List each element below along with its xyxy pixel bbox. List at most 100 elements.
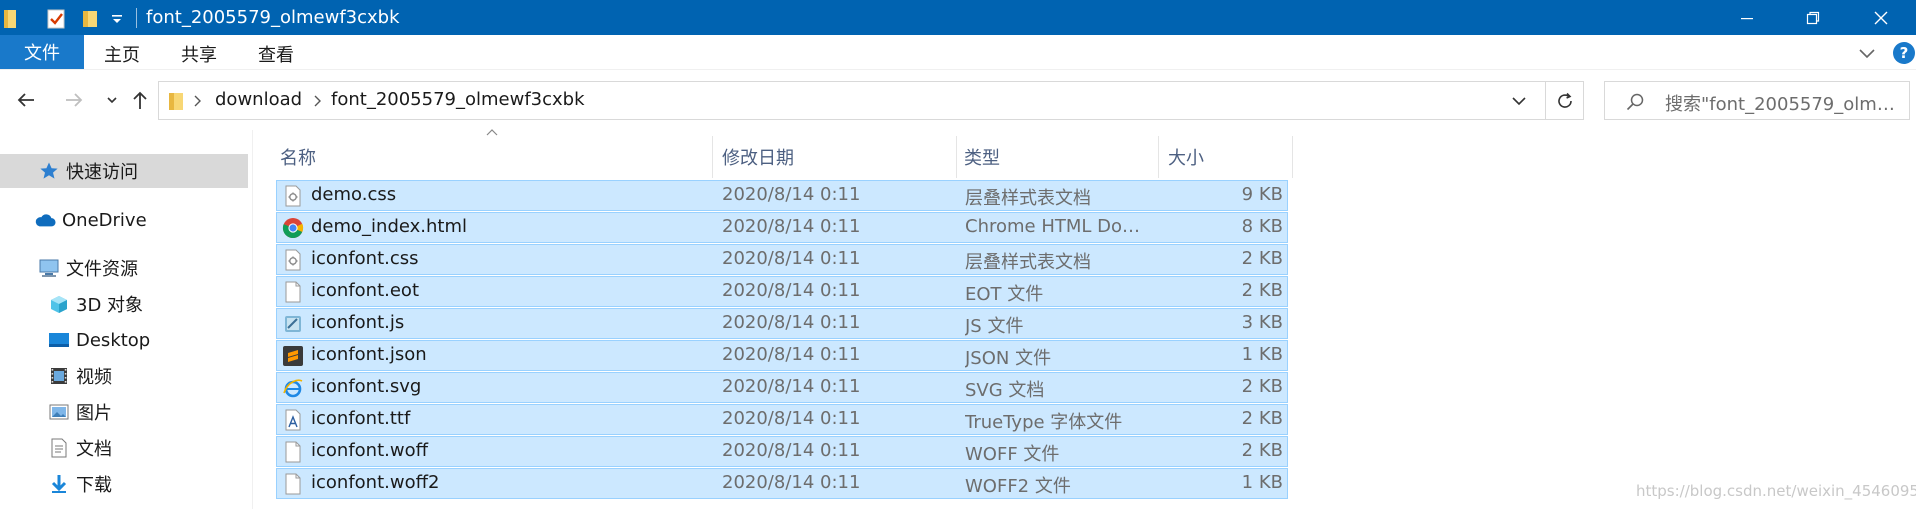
star-icon	[38, 160, 60, 182]
column-header-size[interactable]: 大小	[1168, 136, 1204, 178]
search-input[interactable]: 搜索"font_2005579_olmew...	[1665, 90, 1903, 116]
sidebar-item-this-pc[interactable]: 文件资源	[38, 251, 138, 285]
file-type: 层叠样式表文档	[965, 252, 1091, 273]
column-resize-handle[interactable]	[956, 136, 957, 178]
sidebar-item-label: 文档	[76, 439, 112, 460]
table-row[interactable]: iconfont.svg 2020/8/14 0:11 SVG 文档 2 KB	[276, 372, 1288, 403]
table-row[interactable]: iconfont.woff 2020/8/14 0:11 WOFF 文件 2 K…	[276, 436, 1288, 467]
table-row[interactable]: iconfont.eot 2020/8/14 0:11 EOT 文件 2 KB	[276, 276, 1288, 307]
file-type: SVG 文档	[965, 380, 1045, 401]
file-size: 2 KB	[1241, 376, 1283, 397]
file-name: iconfont.json	[311, 344, 427, 365]
recent-locations-button[interactable]	[98, 86, 126, 114]
pane-divider	[252, 130, 253, 509]
desktop-icon	[48, 329, 70, 351]
close-button[interactable]	[1846, 0, 1916, 35]
file-size: 1 KB	[1241, 344, 1283, 365]
column-header-name[interactable]: 名称	[280, 136, 316, 178]
file-date: 2020/8/14 0:11	[722, 408, 861, 429]
download-arrow-icon	[48, 473, 70, 495]
minimize-icon	[1741, 17, 1753, 19]
tab-file[interactable]: 文件	[0, 35, 84, 69]
file-type: JSON 文件	[965, 348, 1052, 369]
file-date: 2020/8/14 0:11	[722, 440, 861, 461]
file-type: EOT 文件	[965, 284, 1044, 305]
ie-icon	[282, 377, 304, 399]
file-date: 2020/8/14 0:11	[722, 248, 861, 269]
sublime-icon	[282, 345, 304, 367]
tab-home[interactable]: 主页	[104, 41, 140, 67]
sidebar-item-videos[interactable]: 视频	[48, 359, 112, 393]
sidebar-item-label: 快速访问	[66, 162, 138, 183]
blank-file-icon	[282, 281, 304, 303]
table-row[interactable]: demo.css 2020/8/14 0:11 层叠样式表文档 9 KB	[276, 180, 1288, 211]
address-dropdown-chevron-icon[interactable]	[1509, 91, 1529, 111]
sidebar-item-desktop[interactable]: Desktop	[48, 323, 150, 357]
title-bar: font_2005579_olmewf3cxbk	[0, 0, 1916, 35]
tab-share[interactable]: 共享	[181, 41, 217, 67]
chevron-down-icon	[107, 97, 117, 104]
breadcrumb-current-folder[interactable]: font_2005579_olmewf3cxbk	[331, 89, 585, 110]
table-row[interactable]: iconfont.json 2020/8/14 0:11 JSON 文件 1 K…	[276, 340, 1288, 371]
column-resize-handle[interactable]	[1158, 136, 1159, 178]
sidebar-item-3d-objects[interactable]: 3D 对象	[48, 287, 143, 321]
js-file-icon	[282, 313, 304, 335]
css-file-icon	[282, 185, 304, 207]
file-date: 2020/8/14 0:11	[722, 376, 861, 397]
file-name: iconfont.js	[311, 312, 405, 333]
file-size: 9 KB	[1241, 184, 1283, 205]
address-bar[interactable]: download font_2005579_olmewf3cxbk	[158, 81, 1546, 120]
expand-ribbon-chevron-icon[interactable]	[1856, 42, 1878, 64]
computer-icon	[38, 257, 60, 279]
customize-qat-chevron-icon[interactable]	[110, 7, 124, 29]
table-row[interactable]: iconfont.css 2020/8/14 0:11 层叠样式表文档 2 KB	[276, 244, 1288, 275]
sidebar-item-downloads[interactable]: 下载	[48, 467, 112, 501]
sort-ascending-icon	[486, 129, 498, 136]
breadcrumb-download[interactable]: download	[215, 89, 302, 110]
forward-button[interactable]	[60, 86, 88, 114]
search-icon	[1626, 93, 1644, 111]
table-row[interactable]: iconfont.js 2020/8/14 0:11 JS 文件 3 KB	[276, 308, 1288, 339]
film-icon	[48, 365, 70, 387]
help-icon[interactable]: ?	[1893, 42, 1915, 64]
cube-icon	[48, 293, 70, 315]
file-date: 2020/8/14 0:11	[722, 280, 861, 301]
table-row[interactable]: demo_index.html 2020/8/14 0:11 Chrome HT…	[276, 212, 1288, 243]
sidebar-item-documents[interactable]: 文档	[48, 431, 112, 465]
file-date: 2020/8/14 0:11	[722, 184, 861, 205]
new-folder-icon[interactable]	[82, 7, 98, 29]
sidebar-item-quick-access[interactable]: 快速访问	[0, 154, 248, 188]
sidebar-item-pictures[interactable]: 图片	[48, 395, 112, 429]
file-size: 2 KB	[1241, 248, 1283, 269]
refresh-icon	[1557, 92, 1572, 108]
table-row[interactable]: iconfont.woff2 2020/8/14 0:11 WOFF2 文件 1…	[276, 468, 1288, 499]
refresh-button[interactable]	[1546, 81, 1584, 120]
sidebar-item-onedrive[interactable]: OneDrive	[34, 203, 147, 237]
column-header-type[interactable]: 类型	[964, 136, 1000, 178]
sidebar-item-label: 视频	[76, 367, 112, 388]
chevron-right-icon[interactable]	[313, 94, 323, 108]
chevron-right-icon[interactable]	[193, 94, 203, 108]
arrow-up-icon	[133, 91, 147, 109]
back-button[interactable]	[12, 86, 40, 114]
file-name: demo_index.html	[311, 216, 468, 237]
column-resize-handle[interactable]	[712, 136, 713, 178]
column-resize-handle[interactable]	[1292, 136, 1293, 178]
title-separator	[136, 8, 137, 28]
file-type: WOFF 文件	[965, 444, 1060, 465]
file-size: 3 KB	[1241, 312, 1283, 333]
column-header-date[interactable]: 修改日期	[722, 136, 794, 178]
maximize-button[interactable]	[1778, 0, 1848, 35]
properties-icon[interactable]	[46, 7, 66, 29]
tab-view[interactable]: 查看	[258, 41, 294, 67]
file-name: iconfont.svg	[311, 376, 422, 397]
file-size: 2 KB	[1241, 408, 1283, 429]
up-button[interactable]	[126, 86, 154, 114]
sidebar-item-label: 图片	[76, 403, 112, 424]
table-row[interactable]: iconfont.ttf 2020/8/14 0:11 TrueType 字体文…	[276, 404, 1288, 435]
search-box[interactable]: 搜索"font_2005579_olmew...	[1604, 81, 1910, 120]
file-date: 2020/8/14 0:11	[722, 344, 861, 365]
minimize-button[interactable]	[1712, 0, 1782, 35]
blank-file-icon	[282, 473, 304, 495]
file-type: 层叠样式表文档	[965, 188, 1091, 209]
